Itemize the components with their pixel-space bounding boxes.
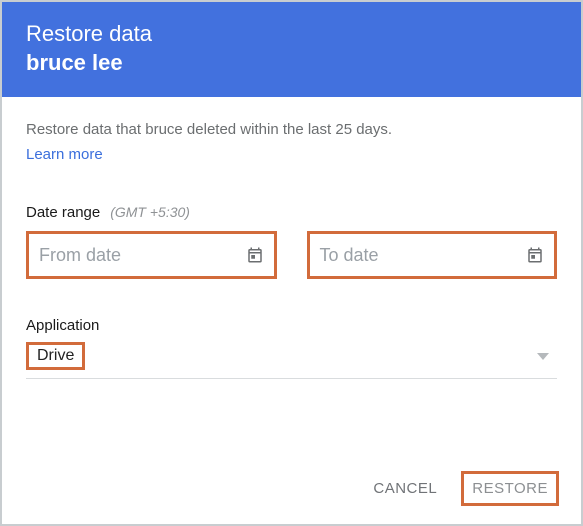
application-label: Application bbox=[26, 317, 557, 334]
to-date-input[interactable]: To date bbox=[307, 231, 558, 279]
chevron-down-icon bbox=[537, 353, 549, 360]
timezone-text: (GMT +5:30) bbox=[110, 204, 190, 220]
dialog-title: Restore data bbox=[26, 20, 557, 49]
from-date-input[interactable]: From date bbox=[26, 231, 277, 279]
application-select[interactable]: Drive bbox=[26, 338, 557, 379]
dialog-footer: CANCEL RESTORE bbox=[373, 471, 559, 506]
description-text: Restore data that bruce deleted within t… bbox=[26, 121, 557, 138]
dialog-subtitle: bruce lee bbox=[26, 49, 557, 78]
to-date-placeholder: To date bbox=[320, 245, 379, 266]
date-range-row: From date To date bbox=[26, 231, 557, 279]
date-range-label-row: Date range (GMT +5:30) bbox=[26, 204, 557, 221]
dialog-header: Restore data bruce lee bbox=[2, 2, 581, 97]
restore-button[interactable]: RESTORE bbox=[461, 471, 559, 506]
from-date-placeholder: From date bbox=[39, 245, 121, 266]
calendar-icon bbox=[246, 246, 264, 264]
application-section: Application Drive bbox=[26, 317, 557, 379]
cancel-button[interactable]: CANCEL bbox=[373, 480, 437, 497]
application-selected-value: Drive bbox=[26, 342, 85, 370]
date-range-label: Date range bbox=[26, 204, 100, 221]
calendar-icon bbox=[526, 246, 544, 264]
learn-more-link[interactable]: Learn more bbox=[26, 146, 103, 163]
dialog-content: Restore data that bruce deleted within t… bbox=[2, 97, 581, 379]
